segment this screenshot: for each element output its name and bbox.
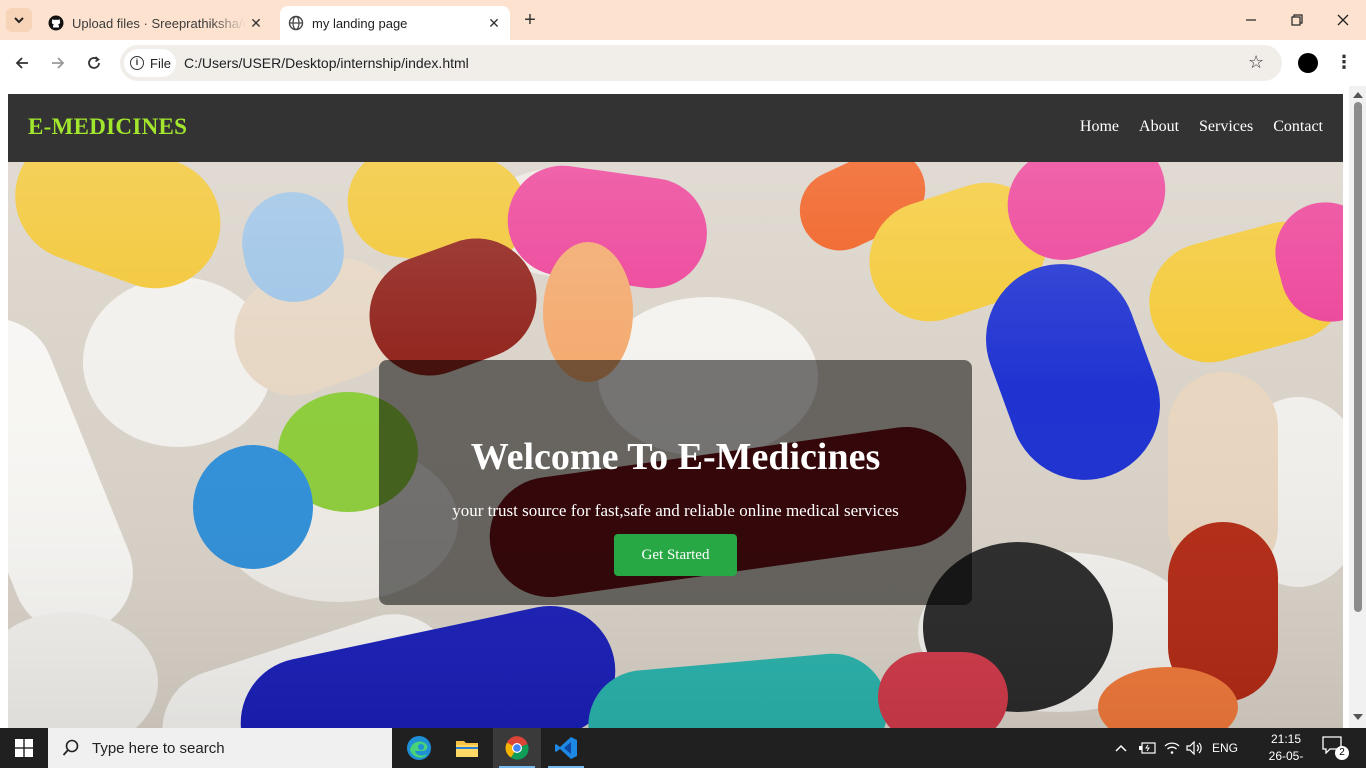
volume-icon[interactable]: [1186, 728, 1204, 768]
site-info-chip[interactable]: i File: [124, 49, 176, 77]
close-tab-icon[interactable]: ✕: [246, 13, 266, 33]
tab-title: Upload files · Sreeprathiksha/da: [72, 15, 246, 31]
windows-start-icon[interactable]: [0, 728, 48, 768]
nav-services-link[interactable]: Services: [1199, 118, 1253, 136]
battery-icon[interactable]: [1139, 728, 1157, 768]
new-tab-plus-icon[interactable]: +: [519, 9, 541, 31]
restore-window-icon[interactable]: [1274, 0, 1320, 40]
windows-taskbar: Type here to search ENG 21:15 26-05-2025…: [0, 728, 1366, 780]
clock-date: 26-05-2025: [1268, 749, 1304, 780]
scroll-up-arrow-icon[interactable]: [1353, 92, 1363, 98]
info-icon: i: [130, 56, 144, 70]
taskbar-search-box[interactable]: Type here to search: [48, 728, 392, 768]
tab-search-button[interactable]: [6, 8, 32, 32]
clock-time: 21:15: [1270, 732, 1302, 746]
github-icon: [48, 15, 64, 31]
browser-tab-strip: Upload files · Sreeprathiksha/da ✕ my la…: [0, 0, 1366, 40]
vscode-icon[interactable]: [542, 728, 590, 768]
tab-upload-files[interactable]: Upload files · Sreeprathiksha/da ✕: [40, 6, 272, 40]
edge-icon[interactable]: [395, 728, 443, 768]
more-menu-icon[interactable]: ⋮: [1334, 52, 1354, 74]
site-info-label: File: [150, 55, 171, 71]
main-nav: Home About Services Contact: [1080, 118, 1323, 136]
nav-about-link[interactable]: About: [1139, 118, 1179, 136]
chrome-icon[interactable]: [493, 728, 541, 768]
file-explorer-icon[interactable]: [443, 728, 491, 768]
hero-overlay-card: Welcome To E-Medicines your trust source…: [379, 360, 972, 605]
search-placeholder: Type here to search: [92, 739, 225, 757]
search-icon: [62, 739, 79, 756]
scrollbar-thumb[interactable]: [1354, 102, 1362, 612]
site-logo[interactable]: E-MEDICINES: [28, 114, 187, 140]
site-header: E-MEDICINES Home About Services Contact: [8, 94, 1343, 162]
url-text[interactable]: C:/Users/USER/Desktop/internship/index.h…: [184, 55, 469, 71]
bookmark-star-icon[interactable]: ☆: [1248, 52, 1264, 73]
hero-section: Welcome To E-Medicines your trust source…: [8, 162, 1343, 728]
nav-contact-link[interactable]: Contact: [1273, 118, 1323, 136]
reload-icon[interactable]: [81, 50, 107, 76]
scroll-down-arrow-icon[interactable]: [1353, 714, 1363, 720]
get-started-button[interactable]: Get Started: [614, 534, 737, 576]
minimize-window-icon[interactable]: [1228, 0, 1274, 40]
hero-subtitle: your trust source for fast,safe and reli…: [452, 501, 899, 520]
landing-page: E-MEDICINES Home About Services Contact: [8, 94, 1343, 728]
back-arrow-icon[interactable]: [9, 50, 35, 76]
notification-center-icon[interactable]: 2: [1322, 736, 1349, 760]
close-window-icon[interactable]: [1320, 0, 1366, 40]
tab-my-landing-page[interactable]: my landing page ✕: [280, 6, 510, 40]
show-hidden-icons-chevron-icon[interactable]: [1114, 728, 1128, 768]
page-viewport: E-MEDICINES Home About Services Contact: [0, 86, 1366, 728]
language-indicator[interactable]: ENG: [1212, 728, 1238, 768]
profile-avatar[interactable]: [1298, 53, 1318, 73]
notification-count-badge: 2: [1335, 746, 1349, 760]
forward-arrow-icon[interactable]: [45, 50, 71, 76]
wifi-icon[interactable]: [1164, 728, 1180, 768]
chevron-down-icon: [14, 17, 24, 24]
globe-icon: [288, 15, 304, 31]
close-tab-icon[interactable]: ✕: [484, 13, 504, 33]
page-scrollbar[interactable]: [1349, 86, 1366, 728]
nav-home-link[interactable]: Home: [1080, 118, 1119, 136]
tab-title: my landing page: [312, 15, 408, 31]
hero-heading: Welcome To E-Medicines: [470, 436, 881, 478]
system-clock[interactable]: 21:15 26-05-2025: [1256, 731, 1316, 782]
